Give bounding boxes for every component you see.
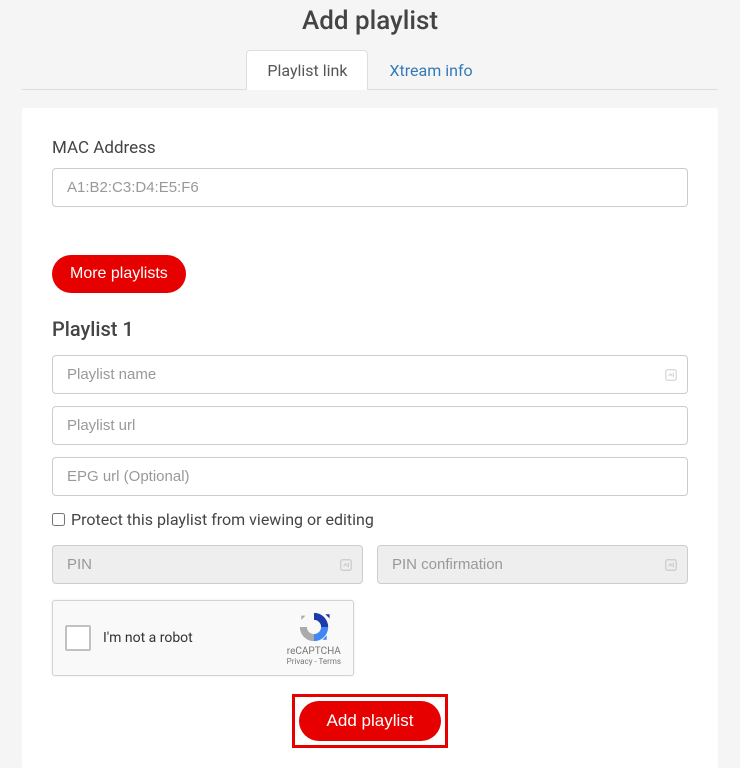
more-playlists-button[interactable]: More playlists bbox=[52, 255, 186, 293]
protect-label: Protect this playlist from viewing or ed… bbox=[71, 510, 374, 529]
pin-confirmation-input[interactable] bbox=[377, 545, 688, 584]
tabs: Playlist link Xtream info bbox=[22, 50, 718, 90]
recaptcha-icon bbox=[297, 610, 331, 644]
submit-highlight: Add playlist bbox=[292, 694, 449, 748]
tab-xtream-info[interactable]: Xtream info bbox=[368, 50, 493, 90]
recaptcha-label: I'm not a robot bbox=[103, 630, 193, 646]
epg-url-input[interactable] bbox=[52, 457, 688, 496]
mac-address-input[interactable] bbox=[52, 168, 688, 207]
recaptcha-branding: reCAPTCHA Privacy - Terms bbox=[287, 610, 341, 666]
playlist-name-input[interactable] bbox=[52, 355, 688, 394]
protect-checkbox[interactable] bbox=[52, 513, 65, 526]
recaptcha-widget[interactable]: I'm not a robot reCAPTCHA Privacy - Term… bbox=[52, 600, 354, 676]
tab-playlist-link[interactable]: Playlist link bbox=[246, 50, 368, 90]
pin-input[interactable] bbox=[52, 545, 363, 584]
recaptcha-checkbox[interactable] bbox=[65, 625, 91, 651]
add-playlist-button[interactable]: Add playlist bbox=[299, 701, 442, 741]
recaptcha-brand-text: reCAPTCHA bbox=[287, 646, 341, 657]
recaptcha-links: Privacy - Terms bbox=[287, 657, 341, 666]
page-title: Add playlist bbox=[0, 0, 740, 50]
form-panel: MAC Address More playlists Playlist 1 Pr… bbox=[22, 108, 718, 768]
playlist-section-title: Playlist 1 bbox=[52, 317, 688, 341]
playlist-url-input[interactable] bbox=[52, 406, 688, 445]
mac-address-label: MAC Address bbox=[52, 138, 688, 158]
